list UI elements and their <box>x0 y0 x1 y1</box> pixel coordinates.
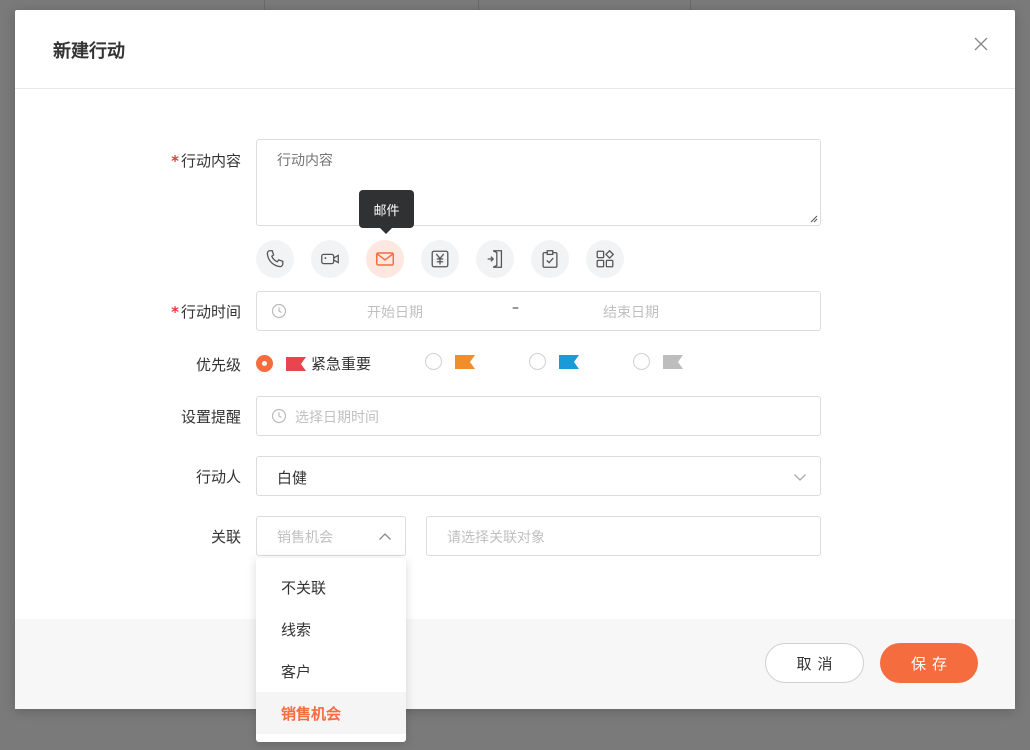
dialog-header: 新建行动 <box>15 10 1015 89</box>
action-type-icons <box>256 240 641 278</box>
priority-option-urgent-important[interactable]: 紧急重要 <box>256 353 371 374</box>
assignee-label: 行动人 <box>195 468 241 486</box>
date-range-picker[interactable]: 开始日期 – 结束日期 <box>256 291 821 331</box>
priority-option-gray[interactable] <box>633 353 683 370</box>
start-date-input[interactable]: 开始日期 <box>367 302 423 322</box>
chevron-up-icon <box>379 533 391 540</box>
save-button[interactable]: 保存 <box>880 643 978 683</box>
clipboard-check-icon[interactable] <box>531 240 569 278</box>
blue-flag-icon <box>559 354 579 369</box>
clock-icon <box>271 408 287 424</box>
phone-icon[interactable] <box>256 240 294 278</box>
chevron-down-icon <box>794 474 806 481</box>
radio[interactable] <box>529 353 546 370</box>
relation-target-placeholder: 请选择关联对象 <box>447 530 545 546</box>
close-icon[interactable] <box>973 36 989 52</box>
range-separator: – <box>512 300 519 316</box>
priority-option-blue[interactable] <box>529 353 579 370</box>
end-date-input[interactable]: 结束日期 <box>603 302 659 322</box>
relation-type-dropdown: 不关联 线索 客户 销售机会 <box>256 558 406 742</box>
content-textarea[interactable] <box>256 139 821 226</box>
clock-icon <box>271 303 287 319</box>
new-action-dialog: 新建行动 *行动内容 邮件 *行动时间 开 <box>15 10 1015 742</box>
reminder-placeholder: 选择日期时间 <box>295 410 379 426</box>
dialog-footer: 取消 保存 <box>15 619 1015 709</box>
priority-options: 紧急重要 <box>256 353 821 375</box>
relation-label: 关联 <box>210 528 241 546</box>
orange-flag-icon <box>455 354 475 369</box>
dropdown-option-customer[interactable]: 客户 <box>256 650 406 692</box>
reminder-datetime-picker[interactable]: 选择日期时间 <box>256 396 821 436</box>
dropdown-option-opportunity[interactable]: 销售机会 <box>256 692 406 734</box>
priority-option-orange[interactable] <box>425 353 475 370</box>
radio[interactable] <box>425 353 442 370</box>
relation-target-select[interactable]: 请选择关联对象 <box>426 516 821 556</box>
radio-checked[interactable] <box>256 355 273 372</box>
red-flag-icon <box>286 356 306 371</box>
content-label: * 行动内容 <box>171 152 241 170</box>
apps-icon[interactable] <box>586 240 624 278</box>
radio[interactable] <box>633 353 650 370</box>
gray-flag-icon <box>663 354 683 369</box>
cancel-button[interactable]: 取消 <box>765 643 864 683</box>
mail-tooltip: 邮件 <box>359 190 414 234</box>
reminder-label: 设置提醒 <box>180 408 241 426</box>
dropdown-option-lead[interactable]: 线索 <box>256 608 406 650</box>
video-icon[interactable] <box>311 240 349 278</box>
dialog-title: 新建行动 <box>53 41 125 62</box>
relation-type-placeholder: 销售机会 <box>277 530 333 546</box>
priority-option-label: 紧急重要 <box>311 355 372 373</box>
door-enter-icon[interactable] <box>476 240 514 278</box>
dropdown-option-none[interactable]: 不关联 <box>256 566 406 608</box>
mail-icon[interactable] <box>366 240 404 278</box>
time-label: * 行动时间 <box>171 303 241 321</box>
priority-label: 优先级 <box>195 356 241 374</box>
assignee-select[interactable]: 白健 <box>256 456 821 496</box>
relation-type-select[interactable]: 销售机会 <box>256 516 406 556</box>
yuan-icon[interactable] <box>421 240 459 278</box>
resize-handle[interactable] <box>808 213 818 223</box>
assignee-value: 白健 <box>277 469 308 487</box>
